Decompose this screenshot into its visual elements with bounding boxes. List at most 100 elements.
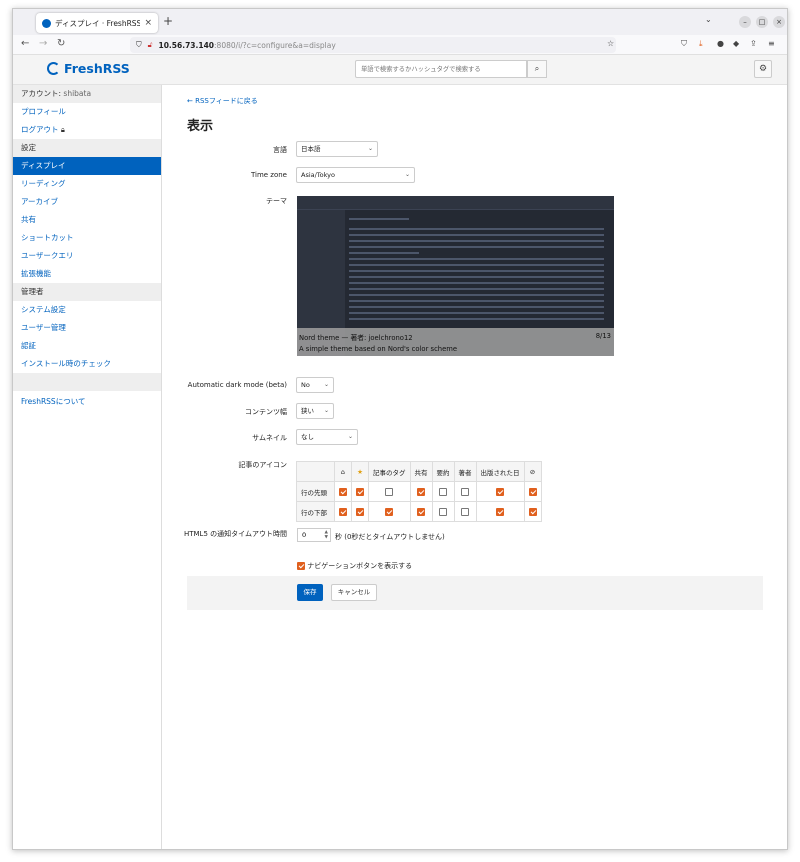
browser-window: ディスプレイ · FreshRSS × + ⌄ – □ × ← → ↻ ⛉ 🔓︎… xyxy=(12,8,788,850)
theme-preview[interactable]: Nord theme — 著者: joelchrono12 A simple t… xyxy=(297,196,614,356)
sidebar-item-user-queries[interactable]: ユーザークエリ xyxy=(13,247,161,265)
new-tab-icon[interactable]: + xyxy=(163,14,173,28)
checkbox[interactable] xyxy=(496,487,504,496)
bookmark-star-icon[interactable]: ☆ xyxy=(607,39,614,48)
checkbox[interactable] xyxy=(385,507,394,516)
sidebar-item-reading[interactable]: リーディング xyxy=(13,175,161,193)
sidebar-item-users[interactable]: ユーザー管理 xyxy=(13,319,161,337)
sidebar-item-extensions[interactable]: 拡張機能 xyxy=(13,265,161,283)
checkbox[interactable] xyxy=(385,487,394,496)
sidebar-item-display[interactable]: ディスプレイ xyxy=(13,157,161,175)
sidebar-item-about[interactable]: FreshRSSについて xyxy=(13,393,161,411)
address-bar[interactable]: ⛉ 🔓︎ 10.56.73.140:8080/i/?c=configure&a=… xyxy=(130,37,616,53)
checkbox-cell xyxy=(368,481,411,502)
back-icon[interactable]: ← xyxy=(21,38,29,49)
back-to-feeds-link[interactable]: ← RSSフィードに戻る xyxy=(187,96,258,106)
browser-tab[interactable]: ディスプレイ · FreshRSS × xyxy=(36,13,158,33)
row-bottom-label: 行の下部 xyxy=(296,501,335,522)
checkbox[interactable] xyxy=(417,487,425,496)
settings-button[interactable]: ⚙ xyxy=(754,60,772,78)
preview-line xyxy=(349,288,604,290)
menu-icon[interactable]: ≡ xyxy=(768,39,775,48)
extension2-icon[interactable]: ◆ xyxy=(733,39,739,48)
extension-icon[interactable]: ● xyxy=(717,39,724,48)
close-window-icon[interactable]: × xyxy=(773,16,785,28)
sidebar-item-archive[interactable]: アーカイブ xyxy=(13,193,161,211)
darkmode-select[interactable]: No ⌄ xyxy=(296,377,334,393)
preview-line xyxy=(349,246,604,248)
checkbox-cell xyxy=(409,481,433,502)
downloads-icon[interactable]: ⤓ xyxy=(699,39,703,49)
checkbox[interactable] xyxy=(461,507,469,516)
account-label: アカウント: xyxy=(21,89,62,98)
checkbox-cell xyxy=(334,481,352,502)
language-label: 言語 xyxy=(273,146,287,154)
sidebar-item-auth[interactable]: 認証 xyxy=(13,337,161,355)
sidebar: アカウント: shibata プロフィール ログアウト 🔒︎ 設定 ディスプレイ… xyxy=(13,85,162,849)
checkbox[interactable] xyxy=(439,507,447,516)
spinner-icon[interactable]: ▲ ▼ xyxy=(325,530,328,540)
sidebar-item-shortcuts[interactable]: ショートカット xyxy=(13,229,161,247)
search-button[interactable]: ⌕ xyxy=(527,60,547,78)
freshrss-logo[interactable]: FreshRSS xyxy=(47,61,130,76)
reload-icon[interactable]: ↻ xyxy=(57,38,65,49)
shield-icon[interactable]: ⛉ xyxy=(136,40,142,50)
gear-icon: ⚙ xyxy=(758,64,768,74)
header-share: 共有 xyxy=(409,461,433,482)
close-tab-icon[interactable]: × xyxy=(144,18,152,28)
checkbox[interactable] xyxy=(339,507,347,516)
sidebar-item-sharing[interactable]: 共有 xyxy=(13,211,161,229)
checkbox[interactable] xyxy=(417,507,425,516)
sidebar-item-system[interactable]: システム設定 xyxy=(13,301,161,319)
save-button[interactable]: 保存 xyxy=(297,584,323,601)
theme-counter: 8/13 xyxy=(595,332,611,340)
checkbox[interactable] xyxy=(356,507,364,516)
checkbox[interactable] xyxy=(496,507,504,516)
nav-buttons-option[interactable]: ナビゲーションボタンを表示する xyxy=(297,561,412,571)
checkbox[interactable] xyxy=(339,487,347,496)
icons-row-top: 行の先頭 xyxy=(296,481,542,502)
search-input[interactable] xyxy=(355,60,527,78)
header-author: 著者 xyxy=(453,461,477,482)
share-icon[interactable]: ⇪ xyxy=(750,39,757,48)
timezone-value: Asia/Tokyo xyxy=(301,171,336,179)
checkbox-cell xyxy=(475,481,525,502)
link-icon: ⊘ xyxy=(523,461,542,482)
pocket-icon[interactable]: ⛉ xyxy=(681,39,687,49)
forward-icon[interactable]: → xyxy=(39,38,47,49)
logout-label: ログアウト xyxy=(21,125,59,134)
content-width-value: 狭い xyxy=(301,407,314,415)
navigation-bar: ← → ↻ ⛉ 🔓︎ 10.56.73.140:8080/i/?c=config… xyxy=(13,35,787,55)
html5-timeout-input[interactable]: 0 ▲ ▼ xyxy=(297,528,331,542)
content-width-select[interactable]: 狭い ⌄ xyxy=(296,403,334,419)
read-icon: ⌂ xyxy=(334,461,352,482)
url-host: 10.56.73.140 xyxy=(158,40,215,50)
checkbox[interactable] xyxy=(528,507,537,516)
preview-line xyxy=(349,270,604,272)
checkbox[interactable] xyxy=(439,487,447,496)
sidebar-item-install-check[interactable]: インストール時のチェック xyxy=(13,355,161,373)
maximize-icon[interactable]: □ xyxy=(756,16,768,28)
checkbox[interactable] xyxy=(461,487,469,496)
tab-list-chevron-icon[interactable]: ⌄ xyxy=(705,15,712,24)
checkbox-cell xyxy=(523,501,542,522)
checkbox[interactable] xyxy=(356,487,364,496)
thumbnail-select[interactable]: なし ⌄ xyxy=(296,429,358,445)
insecure-lock-icon[interactable]: 🔓︎ xyxy=(148,40,153,50)
darkmode-value: No xyxy=(301,381,310,389)
cancel-button[interactable]: キャンセル xyxy=(331,584,377,601)
checkbox[interactable] xyxy=(528,487,537,496)
nav-buttons-checkbox[interactable] xyxy=(297,562,305,570)
theme-description: A simple theme based on Nord's color sch… xyxy=(299,345,458,353)
content-width-label: コンテンツ幅 xyxy=(245,408,287,416)
sidebar-item-profile[interactable]: プロフィール xyxy=(13,103,161,121)
theme-name: Nord theme — 著者: joelchrono12 xyxy=(299,334,413,342)
html5-timeout-label: HTML5 の通知タイムアウト時間 xyxy=(183,530,287,538)
minimize-icon[interactable]: – xyxy=(739,16,751,28)
sidebar-item-logout[interactable]: ログアウト 🔒︎ xyxy=(13,121,161,139)
nav-buttons-label: ナビゲーションボタンを表示する xyxy=(307,562,413,570)
timezone-select[interactable]: Asia/Tokyo ⌄ xyxy=(296,167,415,183)
html5-timeout-value: 0 xyxy=(302,531,307,539)
language-select[interactable]: 日本語 ⌄ xyxy=(296,141,378,157)
row-top-label: 行の先頭 xyxy=(296,481,335,502)
